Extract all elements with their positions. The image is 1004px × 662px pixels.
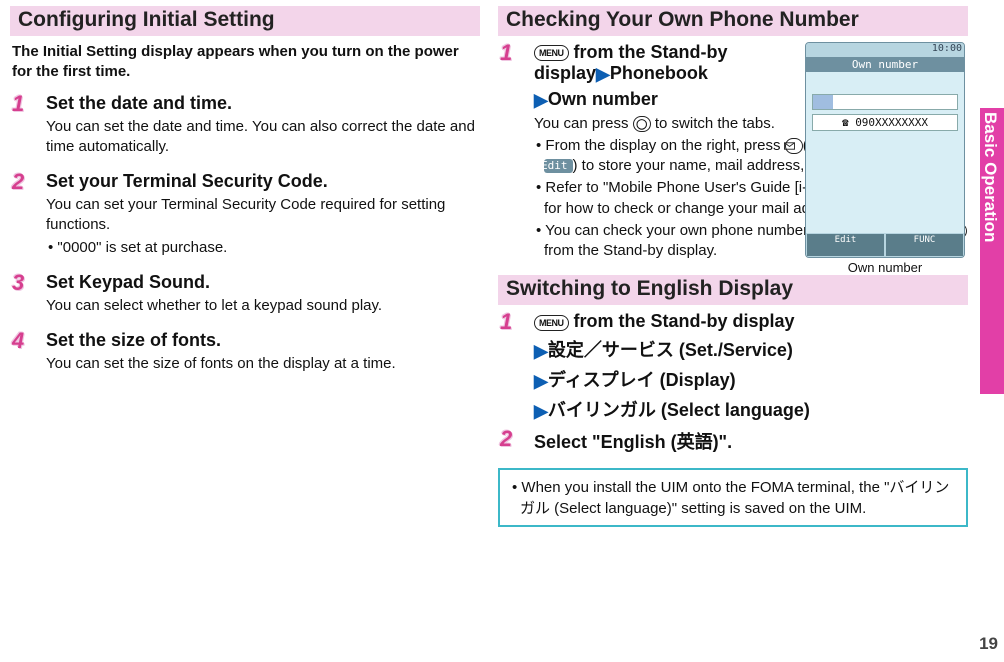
screen-phone-number: ☎ 090XXXXXXXX: [812, 114, 958, 131]
arrow-icon: ▶: [534, 341, 548, 361]
bullet-text: From the display on the right, press: [545, 137, 784, 154]
step-2: 2 Set your Terminal Security Code. You c…: [10, 171, 480, 258]
note-box: When you install the UIM onto the FOMA t…: [498, 468, 968, 527]
heading-link: Own number: [548, 89, 658, 109]
note-text: When you install the UIM onto the FOMA t…: [510, 478, 956, 519]
step-bullet: "0000" is set at purchase.: [46, 238, 480, 258]
step-heading: Set your Terminal Security Code.: [46, 171, 480, 192]
step-number: 1: [500, 40, 512, 66]
side-tab: Basic Operation: [978, 0, 1004, 662]
step-body: You can select whether to let a keypad s…: [46, 296, 480, 316]
multi-key-icon: [633, 116, 651, 132]
step-body: You can press to switch the tabs.: [534, 114, 834, 134]
screen-caption: Own number: [804, 260, 966, 275]
section-title-switching: Switching to English Display: [498, 275, 968, 305]
step-number: 1: [12, 91, 24, 117]
right-step-2b: 2 Select "English (英語)".: [498, 428, 968, 454]
step-number: 3: [12, 270, 24, 296]
arrow-icon: ▶: [534, 90, 548, 110]
heading-link: Phonebook: [610, 63, 708, 83]
side-tab-label: Basic Operation: [980, 112, 1000, 242]
step-heading: Set Keypad Sound.: [46, 272, 480, 293]
step-heading: Set the date and time.: [46, 93, 480, 114]
bullet-text: ) to store your name, mail address, etc.: [573, 157, 833, 174]
step-3: 3 Set Keypad Sound. You can select wheth…: [10, 272, 480, 316]
step-heading: from the Stand-by display▶Phonebook ▶Own…: [534, 42, 834, 111]
step-heading: Set the size of fonts.: [46, 330, 480, 351]
step-body: You can set the size of fonts on the dis…: [46, 354, 480, 374]
heading-link: バイリンガル (Select language): [548, 400, 810, 420]
mail-key-icon: [785, 138, 803, 154]
heading-link: ディスプレイ (Display): [548, 370, 736, 390]
step-4: 4 Set the size of fonts. You can set the…: [10, 330, 480, 374]
screen-tab: [812, 94, 958, 110]
heading-text: from the Stand-by display: [569, 311, 795, 331]
arrow-icon: ▶: [534, 371, 548, 391]
step-number: 4: [12, 328, 24, 354]
step-heading: from the Stand-by display ▶設定／サービス (Set.…: [534, 311, 968, 422]
menu-key-icon: [534, 315, 569, 331]
body-text: to switch the tabs.: [651, 115, 775, 132]
screen-softkeys: EditFUNC: [806, 233, 964, 257]
right-step-2a: 1 from the Stand-by display ▶設定／サービス (Se…: [498, 311, 968, 422]
edit-softkey-icon: Edit: [544, 159, 573, 173]
section-title-configuring: Configuring Initial Setting: [10, 6, 480, 36]
screen-status-bar: 10:00: [806, 43, 964, 57]
step-body: You can set the date and time. You can a…: [46, 117, 480, 158]
section-title-check-number: Checking Your Own Phone Number: [498, 6, 968, 36]
page-number: 19: [979, 634, 998, 654]
arrow-icon: ▶: [596, 64, 610, 84]
step-number: 1: [500, 309, 512, 335]
arrow-icon: ▶: [534, 401, 548, 421]
screen-title: Own number: [806, 57, 964, 72]
intro-text: The Initial Setting display appears when…: [10, 42, 480, 93]
menu-key-icon: [534, 45, 569, 61]
phone-screen-illustration: 10:00 Own number ☎ 090XXXXXXXX EditFUNC …: [804, 42, 966, 275]
step-number: 2: [12, 169, 24, 195]
step-heading: Select "English (英語)".: [534, 428, 968, 454]
step-1: 1 Set the date and time. You can set the…: [10, 93, 480, 158]
step-number: 2: [500, 426, 512, 452]
body-text: You can press: [534, 115, 633, 132]
bullet-text: from the Stand-by display.: [544, 242, 717, 259]
bullet: From the display on the right, press (Ed…: [534, 136, 834, 177]
heading-link: 設定／サービス (Set./Service): [548, 340, 793, 360]
step-body: You can set your Terminal Security Code …: [46, 195, 480, 236]
